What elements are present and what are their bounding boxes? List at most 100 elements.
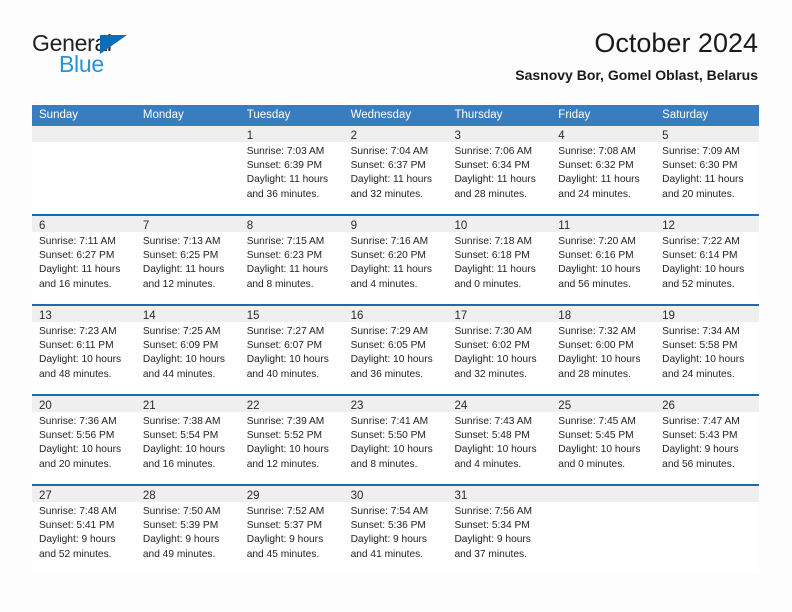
day-cell[interactable]: 11 Sunrise: 7:20 AM Sunset: 6:16 PM Dayligh…	[551, 216, 656, 304]
day-cell[interactable]: 23 Sunrise: 7:41 AM Sunset: 5:50 PM Dayligh…	[343, 396, 448, 484]
day-cell[interactable]: 4 Sunrise: 7:08 AM Sunset: 6:32 PM Daylight…	[551, 126, 656, 214]
day-number-band: 29	[239, 486, 344, 502]
day-number-band: 22	[239, 396, 344, 412]
day-cell[interactable]: 3 Sunrise: 7:06 AM Sunset: 6:34 PM Daylight…	[447, 126, 552, 214]
day-details: Sunrise: 7:32 AM Sunset: 6:00 PM Daylight:…	[551, 322, 655, 382]
day-cell[interactable]: 19 Sunrise: 7:34 AM Sunset: 5:58 PM Dayligh…	[655, 306, 760, 394]
daylight-text: Daylight: 10 hours	[350, 354, 433, 366]
day-number: 13	[39, 310, 52, 322]
day-cell[interactable]: 15 Sunrise: 7:27 AM Sunset: 6:07 PM Dayligh…	[239, 306, 344, 394]
sunset-text: Sunset: 6:39 PM	[246, 160, 323, 172]
day-number: 25	[558, 400, 572, 412]
day-cell[interactable]: 12 Sunrise: 7:22 AM Sunset: 6:14 PM Dayligh…	[655, 216, 760, 304]
daylight-text: Daylight: 10 hours	[558, 354, 641, 366]
day-cell[interactable]: 14 Sunrise: 7:25 AM Sunset: 6:09 PM Dayligh…	[135, 306, 240, 394]
day-cell[interactable]: 6 Sunrise: 7:11 AM Sunset: 6:27 PM Daylight…	[32, 216, 136, 304]
sunset-text: Sunset: 6:00 PM	[558, 340, 634, 352]
daylight-text: Daylight: 11 hours	[142, 264, 225, 276]
sunset-text: Sunset: 5:58 PM	[662, 340, 738, 352]
day-details: Sunrise: 7:30 AM Sunset: 6:02 PM Daylight:…	[447, 322, 551, 382]
daylight-text: and 40 minutes.	[246, 368, 320, 380]
day-cell[interactable]: 5 Sunrise: 7:09 AM Sunset: 6:30 PM Daylight…	[655, 126, 760, 214]
day-number-band: 15	[239, 306, 344, 322]
day-cell-empty	[135, 126, 240, 214]
daylight-text: and 8 minutes.	[246, 278, 314, 290]
sunset-text: Sunset: 5:37 PM	[246, 520, 323, 532]
day-cell[interactable]: 9 Sunrise: 7:16 AM Sunset: 6:20 PM Daylight…	[343, 216, 448, 304]
daylight-text: and 41 minutes.	[350, 548, 424, 560]
sunset-text: Sunset: 5:48 PM	[454, 430, 530, 442]
daylight-text: Daylight: 10 hours	[142, 444, 225, 456]
day-number-band: 30	[343, 486, 448, 502]
day-cell[interactable]: 27 Sunrise: 7:48 AM Sunset: 5:41 PM Dayligh…	[32, 486, 136, 574]
daylight-text: Daylight: 10 hours	[142, 354, 225, 366]
daylight-text: and 4 minutes.	[454, 458, 522, 470]
sunrise-text: Sunrise: 7:03 AM	[246, 146, 325, 157]
day-cell[interactable]: 26 Sunrise: 7:47 AM Sunset: 5:43 PM Dayligh…	[655, 396, 760, 484]
day-cell[interactable]: 22 Sunrise: 7:39 AM Sunset: 5:52 PM Dayligh…	[239, 396, 344, 484]
sunrise-text: Sunrise: 7:16 AM	[350, 236, 429, 247]
weekday-header-monday: Monday	[142, 109, 184, 121]
daylight-text: Daylight: 10 hours	[454, 354, 537, 366]
daylight-text: Daylight: 10 hours	[662, 354, 745, 366]
day-number-band: 17	[447, 306, 552, 322]
day-number: 12	[662, 220, 675, 232]
day-cell[interactable]: 10 Sunrise: 7:18 AM Sunset: 6:18 PM Dayligh…	[447, 216, 552, 304]
day-details: Sunrise: 7:52 AM Sunset: 5:37 PM Daylight:…	[240, 502, 344, 562]
general-blue-logo[interactable]: General Blue	[32, 30, 212, 86]
day-cell[interactable]: 24 Sunrise: 7:43 AM Sunset: 5:48 PM Dayligh…	[447, 396, 552, 484]
day-cell[interactable]: 17 Sunrise: 7:30 AM Sunset: 6:02 PM Dayligh…	[447, 306, 552, 394]
day-number-band: 8	[239, 216, 344, 232]
day-cell[interactable]: 13 Sunrise: 7:23 AM Sunset: 6:11 PM Dayligh…	[32, 306, 136, 394]
day-number-band: 18	[551, 306, 656, 322]
day-number: 27	[39, 490, 52, 502]
day-cell[interactable]: 18 Sunrise: 7:32 AM Sunset: 6:00 PM Dayligh…	[551, 306, 656, 394]
day-number: 7	[142, 220, 150, 232]
triangle-icon	[100, 35, 127, 54]
day-cell[interactable]: 16 Sunrise: 7:29 AM Sunset: 6:05 PM Dayligh…	[343, 306, 448, 394]
day-number-band: 11	[551, 216, 656, 232]
sunrise-text: Sunrise: 7:11 AM	[39, 236, 116, 247]
day-number-band: 9	[343, 216, 448, 232]
day-cell[interactable]: 1 Sunrise: 7:03 AM Sunset: 6:39 PM Daylight…	[239, 126, 344, 214]
calendar-grid: Sunday Monday Tuesday Wednesday Thursday Frid…	[32, 105, 760, 574]
sunset-text: Sunset: 6:07 PM	[246, 340, 323, 352]
weekday-header-tuesday: Tuesday	[246, 109, 291, 121]
day-cell[interactable]: 7 Sunrise: 7:13 AM Sunset: 6:25 PM Daylight…	[135, 216, 240, 304]
day-cell[interactable]: 29 Sunrise: 7:52 AM Sunset: 5:37 PM Dayligh…	[239, 486, 344, 574]
day-number-band	[655, 486, 760, 502]
day-cell[interactable]: 21 Sunrise: 7:38 AM Sunset: 5:54 PM Dayligh…	[135, 396, 240, 484]
day-cell-empty	[655, 486, 760, 574]
sunrise-text: Sunrise: 7:52 AM	[246, 506, 325, 517]
sunset-text: Sunset: 6:30 PM	[662, 160, 738, 172]
day-details: Sunrise: 7:11 AM Sunset: 6:27 PM Daylight:…	[32, 232, 136, 292]
daylight-text: and 28 minutes.	[454, 188, 527, 200]
sunset-text: Sunset: 6:14 PM	[662, 250, 738, 262]
day-number: 15	[246, 310, 260, 322]
day-cell[interactable]: 25 Sunrise: 7:45 AM Sunset: 5:45 PM Dayligh…	[551, 396, 656, 484]
day-cell[interactable]: 31 Sunrise: 7:56 AM Sunset: 5:34 PM Dayligh…	[447, 486, 552, 574]
daylight-text: Daylight: 9 hours	[454, 534, 531, 546]
weekday-header-saturday: Saturday	[662, 109, 709, 121]
sunrise-text: Sunrise: 7:22 AM	[662, 236, 740, 247]
day-number: 17	[454, 310, 468, 322]
day-cell[interactable]: 2 Sunrise: 7:04 AM Sunset: 6:37 PM Daylight…	[343, 126, 448, 214]
day-cell[interactable]: 20 Sunrise: 7:36 AM Sunset: 5:56 PM Dayligh…	[32, 396, 136, 484]
daylight-text: Daylight: 10 hours	[662, 264, 745, 276]
day-details: Sunrise: 7:45 AM Sunset: 5:45 PM Daylight:…	[551, 412, 655, 472]
day-number-band	[551, 486, 656, 502]
day-number: 2	[350, 130, 357, 142]
day-cell[interactable]: 8 Sunrise: 7:15 AM Sunset: 6:23 PM Daylight…	[239, 216, 344, 304]
day-cell[interactable]: 30 Sunrise: 7:54 AM Sunset: 5:36 PM Dayligh…	[343, 486, 448, 574]
day-number: 6	[39, 220, 46, 232]
day-details	[136, 142, 240, 145]
sunset-text: Sunset: 5:56 PM	[39, 430, 115, 442]
sunrise-text: Sunrise: 7:18 AM	[454, 236, 533, 247]
sunrise-text: Sunrise: 7:47 AM	[662, 416, 740, 427]
daylight-text: and 49 minutes.	[142, 548, 216, 560]
day-cell[interactable]: 28 Sunrise: 7:50 AM Sunset: 5:39 PM Dayligh…	[135, 486, 240, 574]
daylight-text: and 45 minutes.	[246, 548, 320, 560]
weekday-header-friday: Friday	[558, 109, 591, 121]
sunset-text: Sunset: 6:20 PM	[350, 250, 426, 262]
sunset-text: Sunset: 6:23 PM	[246, 250, 323, 262]
